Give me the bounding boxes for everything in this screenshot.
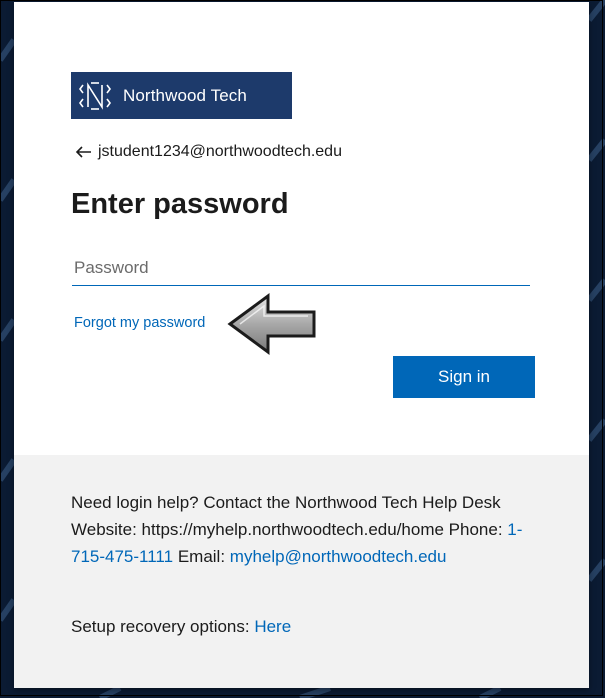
login-card: Northwood Tech jstudent1234@northwoodtec… [14, 2, 589, 688]
recovery-label: Setup recovery options: [71, 617, 255, 636]
help-intro: Need login help? Contact the Northwood T… [71, 493, 508, 539]
recovery-options: Setup recovery options: Here [71, 617, 291, 637]
brand-logo: Northwood Tech [71, 72, 292, 119]
help-footer: Need login help? Contact the Northwood T… [14, 455, 589, 688]
pointer-arrow-annotation [227, 293, 316, 355]
sign-in-button[interactable]: Sign in [393, 356, 535, 398]
page-title: Enter password [71, 188, 289, 220]
email-label: Email: [173, 547, 230, 566]
brand-name: Northwood Tech [123, 85, 247, 105]
help-email-link[interactable]: myhelp@northwoodtech.edu [230, 547, 447, 566]
password-input[interactable] [72, 250, 530, 286]
recovery-here-link[interactable]: Here [254, 617, 291, 636]
arrow-left-icon[interactable] [74, 144, 94, 160]
help-text: Need login help? Contact the Northwood T… [71, 489, 541, 570]
identity-banner[interactable]: jstudent1234@northwoodtech.edu [74, 143, 342, 161]
sign-in-panel: Northwood Tech jstudent1234@northwoodtec… [14, 2, 589, 455]
account-email: jstudent1234@northwoodtech.edu [98, 143, 342, 160]
forgot-password-link[interactable]: Forgot my password [74, 315, 205, 331]
northwood-logo-icon [79, 81, 111, 110]
